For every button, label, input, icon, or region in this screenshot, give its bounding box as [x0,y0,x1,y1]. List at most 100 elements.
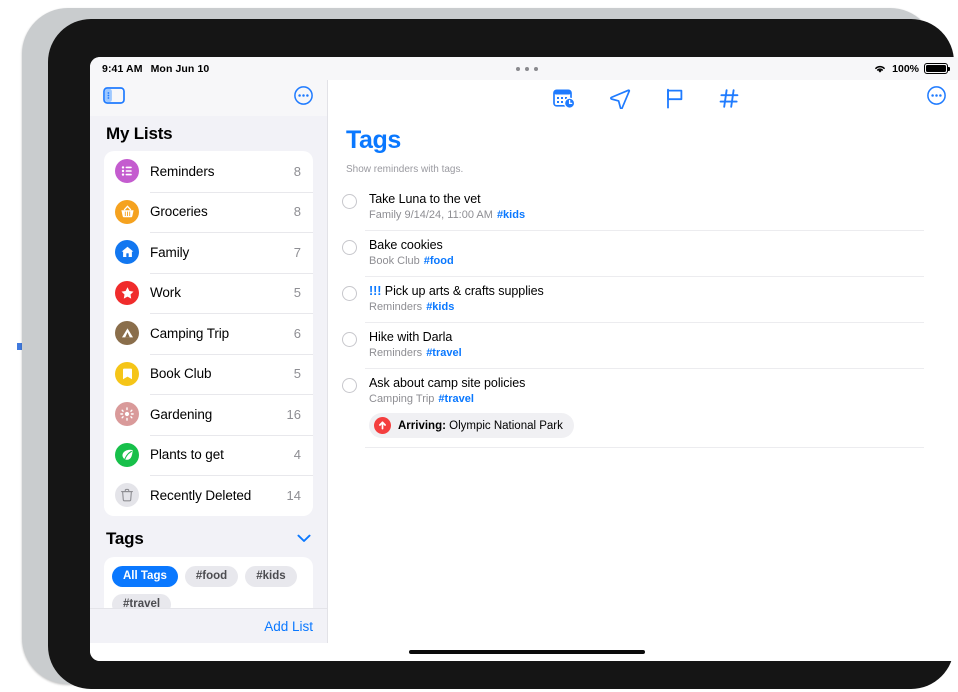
add-list-button[interactable]: Add List [264,619,313,634]
list-end-divider [365,447,924,448]
list-count-badge: 4 [293,447,301,463]
reminder-list-name: Family [369,209,402,221]
reminder-list-name: Reminders [369,347,423,359]
sidebar-list-row[interactable]: Gardening 16 [104,394,313,435]
sidebar-title: My Lists [106,124,173,143]
sidebar-list-row[interactable]: Groceries 8 [104,191,313,233]
leaf-icon [115,442,139,467]
reminder-content: Take Luna to the vet Family 9/14/24, 11:0… [346,192,924,221]
reminder-title-row: !!! Pick up arts & crafts supplies [369,284,924,298]
reminder-tag[interactable]: #food [424,255,454,267]
sidebar-list-row[interactable]: Reminders 8 [104,151,313,192]
reminder-complete-toggle[interactable] [342,240,357,255]
window-drag-dots [90,57,958,80]
status-time: 9:41 AM [102,62,143,75]
location-alert-chip[interactable]: Arriving: Olympic National Park [369,413,574,438]
house-icon [115,240,139,265]
reminder-list-name: Reminders [369,301,423,313]
reminder-complete-toggle[interactable] [342,332,357,347]
reminder-item[interactable]: Ask about camp site policies Camping Trip… [328,368,924,447]
sidebar-footer: Add List [90,608,327,643]
status-bar-right: 100% [873,57,951,80]
home-indicator[interactable] [409,650,645,654]
calendar-clock-icon[interactable] [552,88,575,109]
reminder-complete-toggle[interactable] [342,378,357,393]
sidebar-more-circle-icon[interactable] [294,86,313,110]
sidebar-list-row[interactable]: Work 5 [104,272,313,314]
reminder-list-name: Camping Trip [369,393,435,405]
split-view: My Lists Reminders 8 Groceries 8 Family 7 Work… [90,80,958,643]
reminder-item[interactable]: Hike with Darla Reminders #travel [328,322,924,368]
reminder-date: 9/14/24, 11:00 AM [404,209,493,221]
ipad-screen: 9:41 AM Mon Jun 10 100% My Lists Reminde… [90,57,958,661]
list-name: Groceries [150,204,208,220]
reminder-title: Bake cookies [369,238,443,252]
flower-icon [115,402,139,427]
sidebar-list-row[interactable]: Recently Deleted 14 [104,475,313,516]
location-arrow-icon[interactable] [609,88,631,109]
reminder-list: Take Luna to the vet Family 9/14/24, 11:0… [328,184,958,447]
list-name: Reminders [150,163,215,179]
reminder-title: Hike with Darla [369,330,453,344]
reminder-tag[interactable]: #kids [497,209,525,221]
reminder-complete-toggle[interactable] [342,194,357,209]
reminder-item[interactable]: Bake cookies Book Club #food [328,230,924,276]
hashtag-icon[interactable] [719,88,740,109]
tag-chip[interactable]: #travel [112,593,172,608]
page-title: Tags [346,126,401,154]
reminder-meta-row: Family 9/14/24, 11:00 AM #kids [369,209,924,221]
flag-icon[interactable] [665,88,685,109]
list-bullet-icon [115,159,139,184]
reminder-item[interactable]: Take Luna to the vet Family 9/14/24, 11:0… [328,184,924,230]
ipad-outer-frame: 9:41 AM Mon Jun 10 100% My Lists Reminde… [22,8,958,689]
status-date: Mon Jun 10 [150,62,210,75]
tags-card: All Tags #food #kids #travel [104,556,313,608]
reminder-content: !!! Pick up arts & crafts supplies Remind… [346,284,924,313]
reminder-meta-row: Camping Trip #travel [369,393,924,405]
list-name: Plants to get [150,447,224,463]
list-count-badge: 5 [293,366,301,382]
reminder-tag[interactable]: #travel [426,347,461,359]
tag-chip[interactable]: All Tags [112,565,178,587]
location-alert-label: Arriving: [398,419,446,432]
sidebar-list-row[interactable]: Family 7 [104,232,313,273]
reminder-title-row: Bake cookies [369,238,924,252]
list-count-badge: 8 [293,163,301,179]
reminder-tag[interactable]: #kids [426,301,454,313]
reminder-complete-toggle[interactable] [342,286,357,301]
reminder-content: Hike with Darla Reminders #travel [346,330,924,359]
list-count-badge: 7 [293,244,301,260]
tag-chip[interactable]: #food [184,565,239,587]
basket-icon [115,199,139,224]
reminder-meta-row: Book Club #food [369,255,924,267]
reminder-meta-row: Reminders #kids [369,301,924,313]
star-icon [115,280,139,305]
sidebar-scroll-area[interactable]: My Lists Reminders 8 Groceries 8 Family 7 Work… [90,116,327,608]
detail-body: Tags Show reminders with tags. Take Luna… [328,116,958,643]
reminder-tag[interactable]: #travel [438,393,473,405]
sidebar-list-row[interactable]: Camping Trip 6 [104,313,313,354]
reminder-item[interactable]: !!! Pick up arts & crafts supplies Remind… [328,276,924,322]
reminder-title-row: Ask about camp site policies [369,376,924,390]
sidebar-toggle-icon[interactable] [103,87,125,109]
reminder-title-row: Hike with Darla [369,330,924,344]
battery-full-icon [924,63,951,74]
list-name: Family [150,244,190,260]
screenshot-root: 9:41 AM Mon Jun 10 100% My Lists Reminde… [0,0,958,692]
battery-percent-label: 100% [892,62,919,75]
reminder-list-name: Book Club [369,255,420,267]
arrow-up-circle-icon [374,417,391,434]
tags-section-header[interactable]: Tags [104,516,313,557]
reminder-content: Bake cookies Book Club #food [346,238,924,267]
reminder-meta-row: Reminders #travel [369,347,924,359]
reminder-title: Take Luna to the vet [369,192,481,206]
list-name: Gardening [150,406,213,422]
sidebar-toolbar [90,80,327,116]
list-name: Book Club [150,366,212,382]
tag-chip[interactable]: #kids [245,565,297,587]
chevron-down-icon[interactable] [297,530,311,548]
sidebar-list-row[interactable]: Book Club 5 [104,353,313,395]
detail-toolbar [328,80,958,116]
sidebar-list-row[interactable]: Plants to get 4 [104,434,313,476]
tent-icon [115,321,139,346]
